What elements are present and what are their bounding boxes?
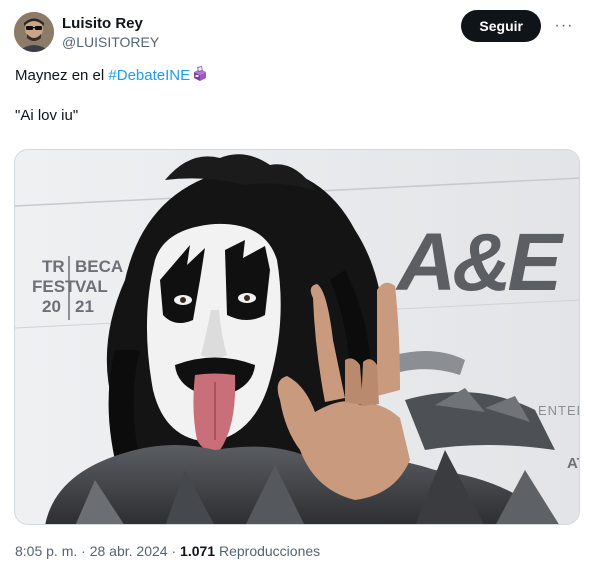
- brand-logo: A&E: [395, 217, 564, 308]
- ballot-box-icon: [192, 66, 208, 82]
- views-count: 1.071: [180, 543, 216, 559]
- follow-button[interactable]: Seguir: [461, 10, 541, 42]
- tweet-photo[interactable]: TR BECA FEST VAL 20 21 A&E ENTED AT: [14, 149, 580, 525]
- backdrop-word-1: TR: [42, 257, 65, 276]
- tweet-line-2: "Ai lov iu": [15, 107, 79, 124]
- tweet-card: Luisito Rey @LUISITOREY Seguir ··· Mayne…: [0, 0, 589, 567]
- author-names: Luisito Rey @LUISITOREY: [62, 14, 159, 51]
- hashtag-link[interactable]: #DebateINE: [108, 67, 190, 84]
- author-display-name[interactable]: Luisito Rey: [62, 14, 159, 33]
- more-options-icon[interactable]: ···: [553, 15, 575, 37]
- tweet-time[interactable]: 8:05 p. m.: [15, 543, 77, 559]
- backdrop-word-5: 20: [42, 297, 61, 316]
- backdrop-word-3: FEST: [32, 277, 76, 296]
- backdrop-word-2: BECA: [75, 257, 123, 276]
- backdrop-side-text-2: AT: [567, 455, 580, 472]
- tweet-header: Luisito Rey @LUISITOREY Seguir ···: [14, 10, 577, 54]
- tweet-line-1: Maynez en el #DebateINE: [15, 66, 574, 86]
- tweet-text: Maynez en el #DebateINE "Ai lov iu": [15, 66, 574, 146]
- tweet-date[interactable]: 28 abr. 2024: [90, 543, 168, 559]
- author-avatar[interactable]: [14, 12, 54, 52]
- meta-separator-2: ·: [167, 543, 181, 559]
- backdrop-side-text: ENTED: [538, 403, 580, 418]
- meta-separator: ·: [77, 543, 90, 559]
- tweet-line-1-prefix: Maynez en el: [15, 67, 109, 84]
- tweet-meta: 8:05 p. m. · 28 abr. 2024 · 1.071 Reprod…: [15, 542, 320, 560]
- backdrop-word-6: 21: [75, 297, 94, 316]
- author-handle[interactable]: @LUISITOREY: [62, 33, 159, 51]
- views-label: Reproducciones: [215, 543, 321, 559]
- backdrop-word-4: VAL: [75, 277, 108, 296]
